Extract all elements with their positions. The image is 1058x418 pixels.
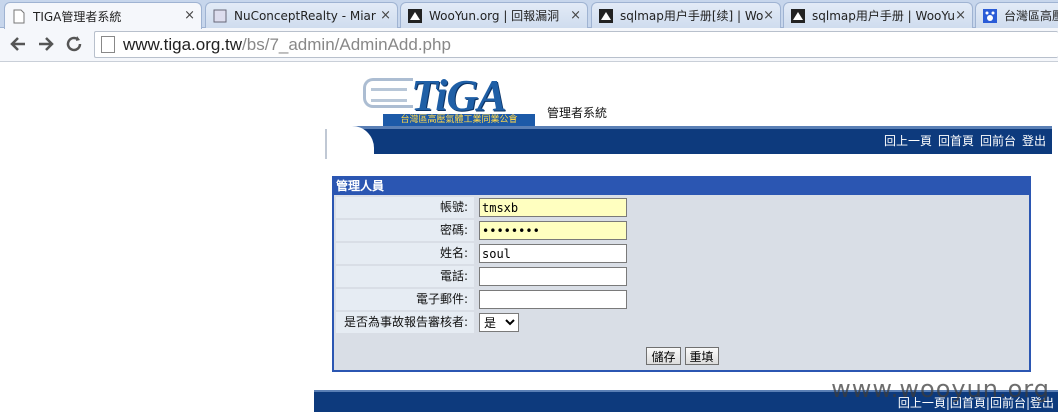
back-link[interactable]: 回上一頁	[884, 132, 932, 149]
close-icon[interactable]: ×	[184, 8, 195, 23]
panel-header: 管理人員	[334, 178, 1029, 195]
tab-title: NuConceptRealty - Miar	[234, 8, 376, 23]
top-nav-links: 回上一頁 回首頁 回前台 登出	[884, 132, 1046, 149]
phone-label: 電話:	[336, 266, 474, 287]
pipe-graphic	[371, 88, 407, 102]
address-bar: www.tiga.org.tw /bs/7_admin/AdminAdd.php	[0, 28, 1058, 62]
close-icon[interactable]: ×	[380, 8, 391, 23]
url-input[interactable]: www.tiga.org.tw /bs/7_admin/AdminAdd.php	[94, 31, 1058, 58]
account-label: 帳號:	[336, 197, 474, 218]
tab-wooyun[interactable]: WooYun.org | 回報漏洞 ×	[400, 2, 588, 28]
password-input[interactable]	[479, 221, 627, 240]
reviewer-select[interactable]: 是	[479, 313, 519, 332]
close-icon[interactable]: ×	[570, 8, 581, 23]
page-icon	[212, 8, 228, 24]
wooyun-icon	[407, 8, 423, 24]
page-icon	[11, 8, 27, 24]
button-row: 儲存 重填	[336, 343, 1029, 369]
tab-title: sqlmap用户手册 | WooYu	[812, 9, 955, 23]
name-input[interactable]	[479, 244, 627, 263]
account-input[interactable]	[479, 198, 627, 217]
password-label: 密碼:	[336, 220, 474, 241]
close-icon[interactable]: ×	[763, 8, 774, 23]
logo-subtitle: 台灣區高壓氣體工業同業公會	[383, 114, 535, 126]
password-row: 密碼:	[336, 220, 1029, 242]
admin-form-panel: 管理人員 帳號: 密碼: 姓名: 電話: 電子郵件: 是否為事故報告審核者: 是	[332, 176, 1031, 372]
tab-title: sqlmap用户手册[续] | Wo	[620, 9, 764, 23]
tab-title: WooYun.org | 回報漏洞	[429, 9, 560, 23]
reviewer-row: 是否為事故報告審核者: 是	[336, 312, 1029, 334]
url-path: /bs/7_admin/AdminAdd.php	[242, 34, 451, 54]
tab-sqlmap[interactable]: sqlmap用户手册 | WooYu ×	[783, 2, 973, 28]
email-row: 電子郵件:	[336, 289, 1029, 311]
paw-icon	[982, 8, 998, 24]
home-link[interactable]: 回首頁	[938, 132, 974, 149]
top-nav-band: 回上一頁 回首頁 回前台 登出	[325, 126, 1052, 160]
tab-nuconcept[interactable]: NuConceptRealty - Miar ×	[205, 2, 398, 28]
save-button[interactable]: 儲存	[646, 347, 681, 365]
close-icon[interactable]: ×	[955, 8, 966, 23]
page-icon	[101, 36, 115, 53]
email-label: 電子郵件:	[336, 289, 474, 310]
reload-icon[interactable]	[62, 32, 86, 56]
watermark: www.wooyun.org	[831, 375, 1050, 403]
tab-title: TIGA管理者系統	[33, 9, 122, 24]
email-input[interactable]	[479, 290, 627, 309]
tab-strip: TIGA管理者系統 × NuConceptRealty - Miar × Woo…	[0, 0, 1058, 29]
wooyun-icon	[790, 8, 806, 24]
back-arrow-icon[interactable]	[6, 32, 30, 56]
divider	[325, 129, 327, 159]
page-content: TiGA 台灣區高壓氣體工業同業公會 管理者系統 回上一頁 回首頁 回前台 登出…	[0, 62, 1058, 418]
frontend-link[interactable]: 回前台	[980, 132, 1016, 149]
phone-row: 電話:	[336, 266, 1029, 288]
reset-button[interactable]: 重填	[684, 347, 719, 365]
url-host: www.tiga.org.tw	[123, 34, 243, 54]
forward-arrow-icon[interactable]	[34, 32, 58, 56]
account-row: 帳號:	[336, 197, 1029, 219]
band-notch	[326, 126, 374, 160]
reviewer-label: 是否為事故報告審核者:	[336, 312, 474, 333]
name-row: 姓名:	[336, 243, 1029, 265]
wooyun-icon	[598, 8, 614, 24]
phone-input[interactable]	[479, 267, 627, 286]
tab-sqlmap-continued[interactable]: sqlmap用户手册[续] | Wo ×	[591, 2, 781, 28]
tab-taiwan[interactable]: 台灣區高壓	[975, 2, 1058, 28]
tab-title: 台灣區高壓	[1004, 9, 1058, 23]
tiga-logo: TiGA 台灣區高壓氣體工業同業公會	[363, 70, 535, 126]
logout-link[interactable]: 登出	[1022, 132, 1046, 149]
system-title: 管理者系統	[547, 106, 608, 120]
name-label: 姓名:	[336, 243, 474, 264]
tab-tiga-admin[interactable]: TIGA管理者系統 ×	[4, 2, 202, 29]
